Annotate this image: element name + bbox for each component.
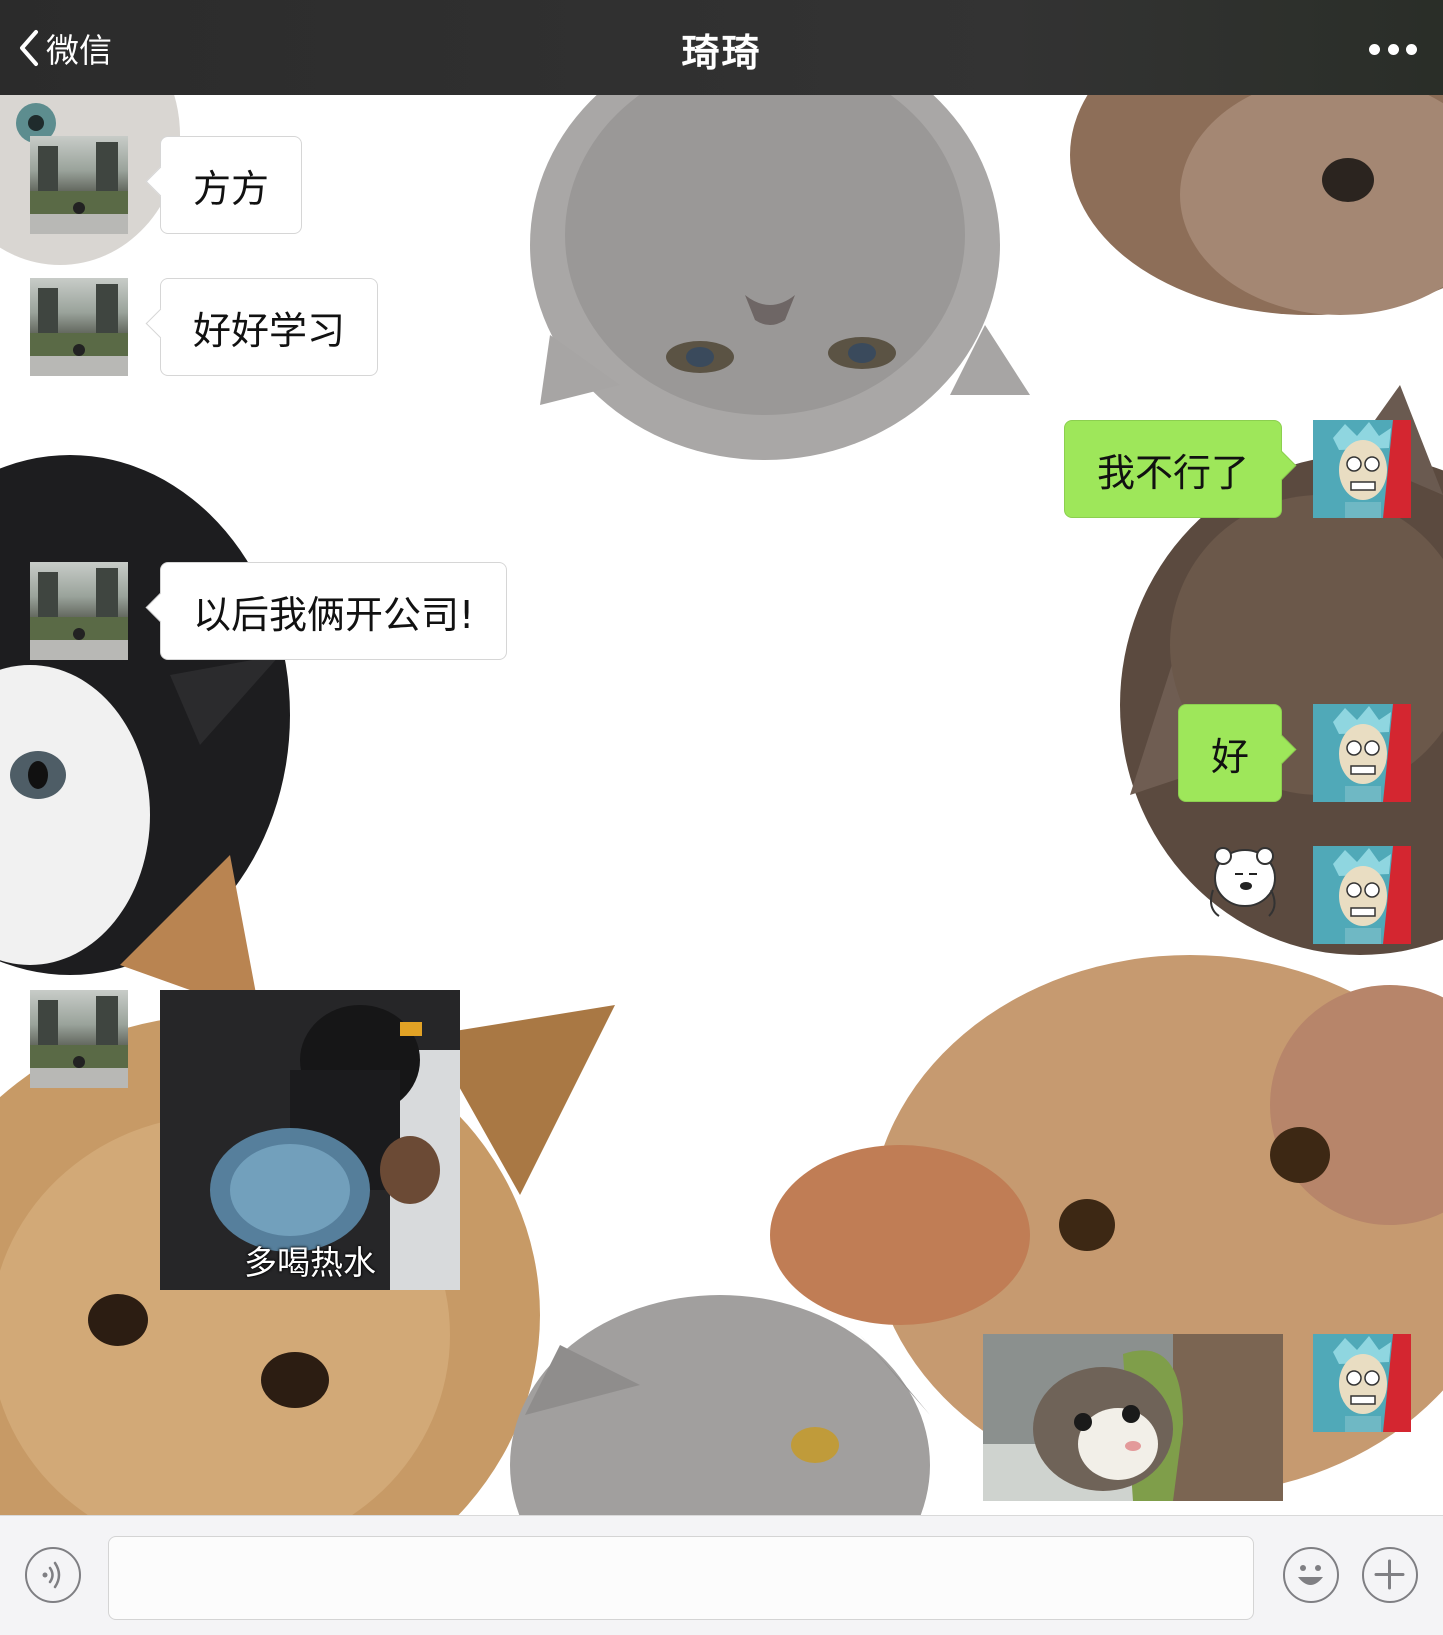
message-bubble-sent[interactable]: 我不行了 — [1063, 420, 1282, 518]
my-avatar[interactable] — [1313, 846, 1411, 944]
my-avatar[interactable] — [1313, 420, 1411, 518]
landscape-photo-icon — [30, 142, 128, 234]
message-bubble-sent[interactable]: 好 — [1177, 704, 1282, 802]
landscape-photo-icon — [30, 996, 128, 1088]
ellipsis-icon — [1369, 43, 1380, 55]
input-bar — [0, 1515, 1443, 1635]
cartoon-face-icon — [1313, 704, 1411, 802]
more-functions-button[interactable] — [1362, 1547, 1418, 1603]
navigation-bar: 微信 琦琦 — [0, 0, 1443, 95]
message-bubble-received[interactable]: 方方 — [160, 136, 303, 234]
voice-button[interactable] — [25, 1547, 81, 1603]
cat-photo-message[interactable] — [983, 1334, 1283, 1501]
cartoon-face-icon — [1313, 420, 1411, 518]
landscape-photo-icon — [30, 284, 128, 376]
cartoon-face-icon — [1313, 846, 1411, 944]
chat-area[interactable]: 方方 好好学习 我不行了 以后我俩开公司! 好 多喝热水 — [0, 95, 1443, 1515]
emoji-button[interactable] — [1283, 1547, 1339, 1603]
chat-title: 琦琦 — [681, 31, 762, 75]
message-bubble-received[interactable]: 以后我俩开公司! — [160, 562, 508, 660]
my-avatar[interactable] — [1313, 1334, 1411, 1432]
voice-icon — [42, 1561, 61, 1589]
contact-avatar[interactable] — [30, 562, 128, 660]
contact-avatar[interactable] — [30, 278, 128, 376]
landscape-photo-icon — [30, 568, 128, 660]
contact-avatar[interactable] — [30, 990, 128, 1088]
cat-photo-icon — [983, 1334, 1283, 1501]
image-message[interactable]: 多喝热水 — [160, 990, 460, 1290]
plus-icon — [1374, 1559, 1405, 1590]
bear-head-sticker[interactable] — [1205, 846, 1283, 918]
image-caption: 多喝热水 — [244, 1243, 376, 1282]
my-avatar[interactable] — [1313, 704, 1411, 802]
cartoon-face-icon — [1313, 1334, 1411, 1432]
contact-avatar[interactable] — [30, 136, 128, 234]
message-input[interactable] — [108, 1536, 1254, 1620]
more-button[interactable] — [1369, 38, 1417, 60]
smiley-icon — [1298, 1565, 1323, 1585]
message-bubble-received[interactable]: 好好学习 — [160, 278, 379, 376]
